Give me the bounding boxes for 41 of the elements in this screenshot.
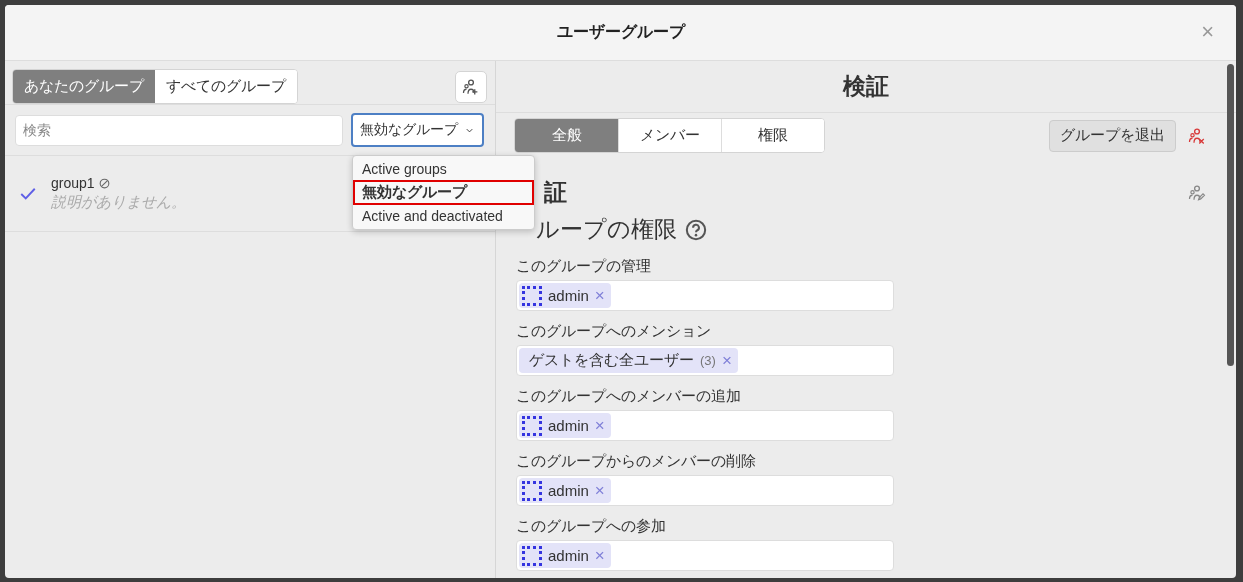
scrollbar[interactable]	[1227, 64, 1234, 366]
tab[interactable]: 権限	[721, 119, 824, 152]
input-field[interactable]: admin ×	[516, 280, 894, 311]
menu-item[interactable]: 無効なグループ	[353, 180, 534, 205]
group-name[interactable]: group1	[51, 175, 95, 191]
edit-group-icon[interactable]	[1188, 183, 1206, 202]
menu-item[interactable]: Active groups	[353, 158, 534, 180]
input-field[interactable]: admin ×	[516, 410, 894, 441]
tab[interactable]: あなたのグループ	[13, 70, 155, 103]
pill-label: admin	[548, 417, 589, 434]
avatar-icon	[522, 545, 542, 566]
field-label: このグループへのメンション	[516, 322, 712, 341]
avatar-icon	[522, 415, 542, 436]
leave-group-icon[interactable]	[1188, 126, 1206, 145]
help-icon[interactable]	[685, 218, 707, 241]
leave-group-button[interactable]: グループを退出	[1049, 119, 1176, 152]
field-label: このグループへの参加	[516, 517, 667, 536]
pill-label: admin	[548, 547, 589, 564]
filter-dropdown[interactable]: 無効なグループ	[351, 113, 484, 147]
member-count: (3)	[700, 353, 716, 368]
avatar-icon	[522, 285, 542, 306]
section-title: ループの権限	[536, 215, 677, 244]
search-field[interactable]: 検索	[15, 114, 343, 146]
group-add-icon	[462, 77, 480, 96]
menu-item[interactable]: Active and deactivated	[353, 205, 534, 227]
pill-label: admin	[548, 287, 589, 304]
input-field[interactable]: admin ×	[516, 540, 894, 571]
group-description: 説明がありません。	[51, 193, 186, 212]
field-label: このグループの管理	[516, 257, 652, 276]
input-field[interactable]: admin ×	[516, 475, 894, 506]
dialog-title: ユーザーグループ	[556, 22, 685, 42]
group-heading: 証	[544, 178, 567, 207]
field-label: このグループへのメンバーの追加	[516, 387, 742, 406]
create-group-button[interactable]	[455, 70, 487, 103]
pill-label: ゲストを含む全ユーザー	[529, 351, 694, 370]
panel-title: 検証	[843, 72, 889, 101]
field-label: このグループからのメンバーの削除	[516, 452, 757, 471]
tab[interactable]: 全般	[515, 119, 618, 152]
input-field[interactable]: ゲストを含む全ユーザー (3) ×	[516, 345, 894, 376]
avatar-icon	[522, 480, 542, 501]
pill-label: admin	[548, 482, 589, 499]
